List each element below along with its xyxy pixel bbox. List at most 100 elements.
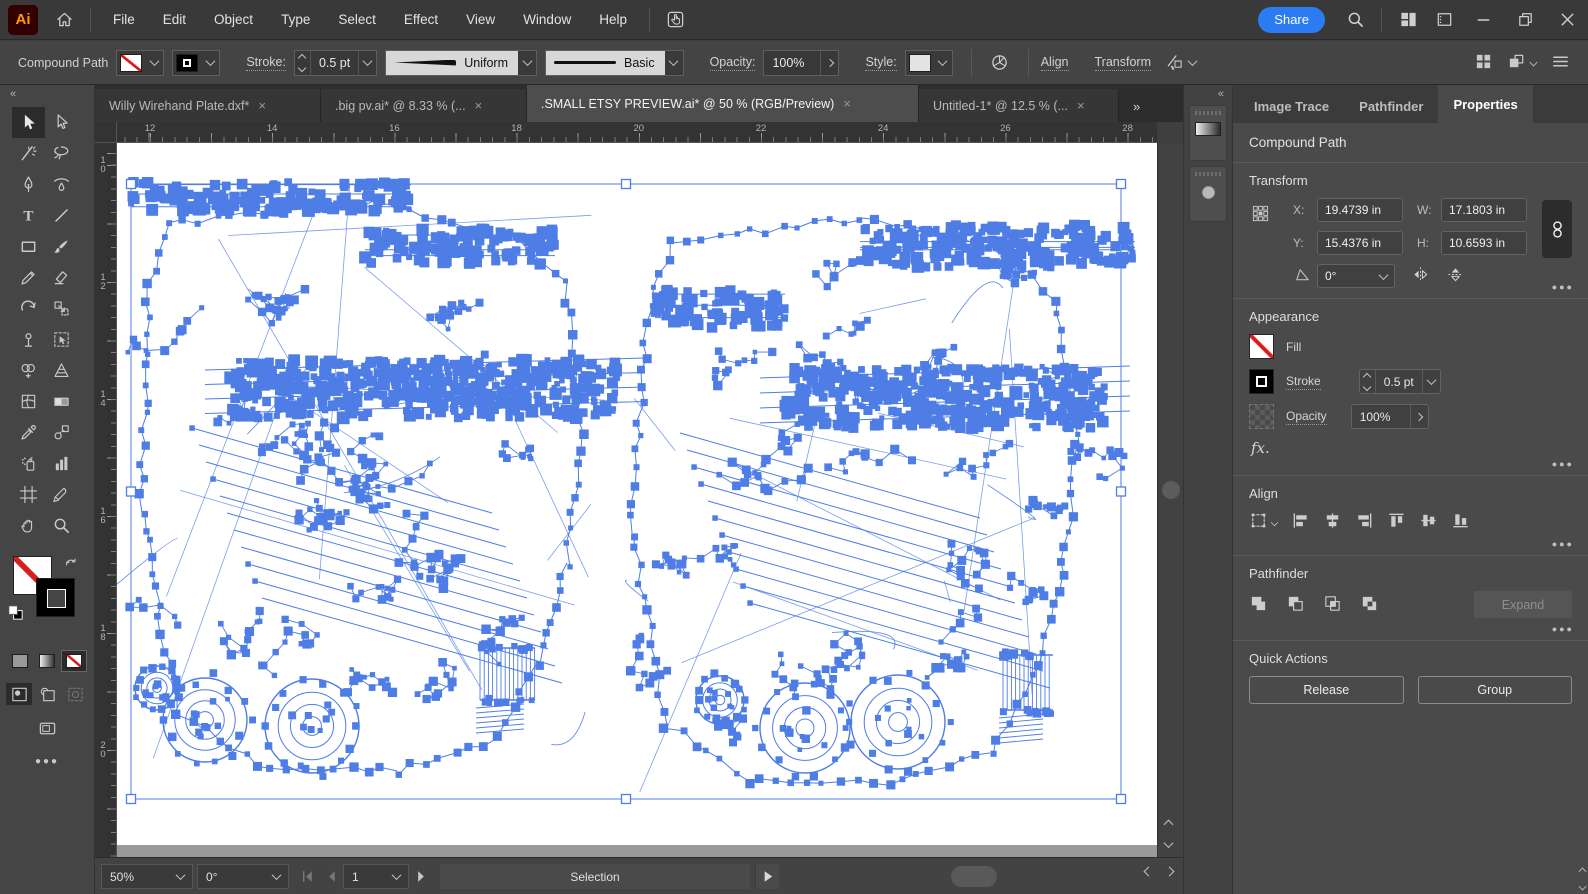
vertical-scrollbar[interactable] [1157,143,1183,857]
horizontal-ruler[interactable]: 121416182022242628 [117,122,1157,143]
color-button[interactable] [8,651,32,671]
menu-select[interactable]: Select [324,0,390,40]
effects-fx-button[interactable]: fx. [1251,439,1572,457]
workspace-switcher-icon[interactable] [1390,0,1426,40]
draw-behind-icon[interactable] [34,683,60,705]
shape-builder-tool[interactable] [12,355,45,386]
swap-fill-stroke-icon[interactable] [62,555,81,577]
panel-menu-icon[interactable] [1551,52,1570,74]
pencil-tool[interactable] [12,262,45,293]
x-field[interactable]: 19.4739 in [1317,198,1403,222]
arrange-documents-icon[interactable] [1426,0,1462,40]
menu-edit[interactable]: Edit [149,0,200,40]
slice-tool[interactable] [45,479,78,510]
stroke-color-dropdown[interactable] [172,50,220,76]
panel-opacity-value[interactable]: 100% [1352,410,1410,424]
blend-tool[interactable] [45,417,78,448]
w-field[interactable]: 17.1803 in [1441,198,1527,222]
zoom-level-dropdown[interactable]: 50% [101,864,193,889]
menu-object[interactable]: Object [200,0,267,40]
align-to-dropdown[interactable] [1249,511,1278,533]
transform-more-options[interactable]: ●●● [1552,282,1574,292]
scroll-up-icon[interactable] [1165,817,1172,831]
panel-tab-pathfinder[interactable]: Pathfinder [1344,89,1438,123]
artboard-number-dropdown[interactable]: 1 [343,864,409,889]
pathfinder-shortcut-icon[interactable] [1507,52,1526,74]
stroke-weight-field[interactable]: 0.5 pt [294,50,377,76]
opacity-label[interactable]: Opacity: [710,55,756,71]
symbol-sprayer-tool[interactable] [12,448,45,479]
pathfinder-exclude-icon[interactable] [1360,594,1379,616]
panel-tab-properties[interactable]: Properties [1438,85,1532,123]
flip-horizontal-icon[interactable] [1411,265,1430,287]
eyedropper-tool[interactable] [12,417,45,448]
document-tab-2[interactable]: .big pv.ai* @ 8.33 % (...× [321,89,527,122]
panel-tab-image-trace[interactable]: Image Trace [1239,89,1344,123]
align-more-options[interactable]: ●●● [1552,539,1574,549]
next-artboard-icon[interactable] [409,867,433,886]
free-transform-tool[interactable] [45,324,78,355]
scroll-down-icon[interactable] [1165,837,1172,851]
app-logo[interactable]: Ai [8,5,38,35]
opacity-swatch[interactable] [1249,404,1274,429]
restore-button[interactable] [1504,0,1546,40]
status-display[interactable]: Selection [440,864,750,889]
rectangle-tool[interactable] [12,231,45,262]
fill-swatch[interactable] [1249,334,1274,359]
tab-close-icon[interactable]: × [843,96,851,111]
document-tab-1[interactable]: Willy Wirehand Plate.dxf*× [95,89,321,122]
align-h-center-icon[interactable] [1323,511,1342,533]
previous-artboard-icon[interactable] [319,867,343,886]
tab-overflow-icon[interactable]: » [1125,99,1146,122]
stroke-weight-control[interactable]: 0.5 pt [1359,369,1441,394]
menu-type[interactable]: Type [267,0,324,40]
select-similar-icon[interactable] [1159,43,1189,83]
vertical-scroll-thumb[interactable] [1162,481,1180,499]
curvature-tool[interactable] [45,169,78,200]
constrain-proportions-icon[interactable] [1542,200,1572,258]
search-icon[interactable] [1337,0,1373,40]
opacity-control[interactable]: 100% [1351,404,1429,429]
pathfinder-minus-front-icon[interactable] [1286,594,1305,616]
document-tab-3[interactable]: .SMALL ETSY PREVIEW.ai* @ 50 % (RGB/Prev… [527,85,919,122]
stroke-label[interactable]: Stroke [1286,374,1321,390]
align-right-icon[interactable] [1355,511,1374,533]
scroll-right-icon[interactable] [1165,867,1175,877]
vertical-ruler[interactable]: 1 01 21 41 61 82 0 [95,143,117,857]
hand-tool[interactable] [12,510,45,541]
draw-normal-icon[interactable] [6,683,32,705]
lasso-tool[interactable] [45,138,78,169]
artboard-tool[interactable] [12,479,45,510]
tab-close-icon[interactable]: × [1077,98,1085,113]
graphic-style-dropdown[interactable] [905,50,953,76]
edit-toolbar-ellipsis[interactable]: ●●● [0,756,94,767]
flip-vertical-icon[interactable] [1446,265,1465,287]
canvas-viewport[interactable] [117,143,1157,857]
panel-scroll-down-icon[interactable] [1579,883,1587,891]
transform-panel-link[interactable]: Transform [1095,55,1152,71]
select-similar-chevron-icon[interactable] [1188,56,1198,66]
gradient-panel-button[interactable] [1189,105,1227,161]
menu-view[interactable]: View [452,0,509,40]
document-tab-4[interactable]: Untitled-1* @ 12.5 % (...× [919,89,1119,122]
expand-dock-icon[interactable]: « [1184,85,1232,100]
first-artboard-icon[interactable] [295,867,319,886]
collapse-tools-icon[interactable]: « [0,85,94,103]
mesh-tool[interactable] [12,386,45,417]
column-graph-tool[interactable] [45,448,78,479]
zoom-tool[interactable] [45,510,78,541]
rotation-angle-dropdown[interactable]: 0° [1317,264,1395,288]
screen-mode-icon[interactable] [0,719,94,738]
type-tool[interactable]: T [12,200,45,231]
panel-scroll-up-icon[interactable] [1579,868,1587,876]
rotation-dropdown[interactable]: 0° [197,864,289,889]
align-glyphs-icon[interactable] [1474,52,1493,74]
status-menu-icon[interactable] [755,864,779,889]
none-button[interactable] [62,651,86,671]
artboard-canvas[interactable] [117,143,1157,857]
touch-workspace-icon[interactable] [658,0,694,40]
stroke-proxy-swatch[interactable] [37,579,74,616]
align-bottom-icon[interactable] [1451,511,1470,533]
pathfinder-more-options[interactable]: ●●● [1552,624,1574,634]
pen-tool[interactable] [12,169,45,200]
